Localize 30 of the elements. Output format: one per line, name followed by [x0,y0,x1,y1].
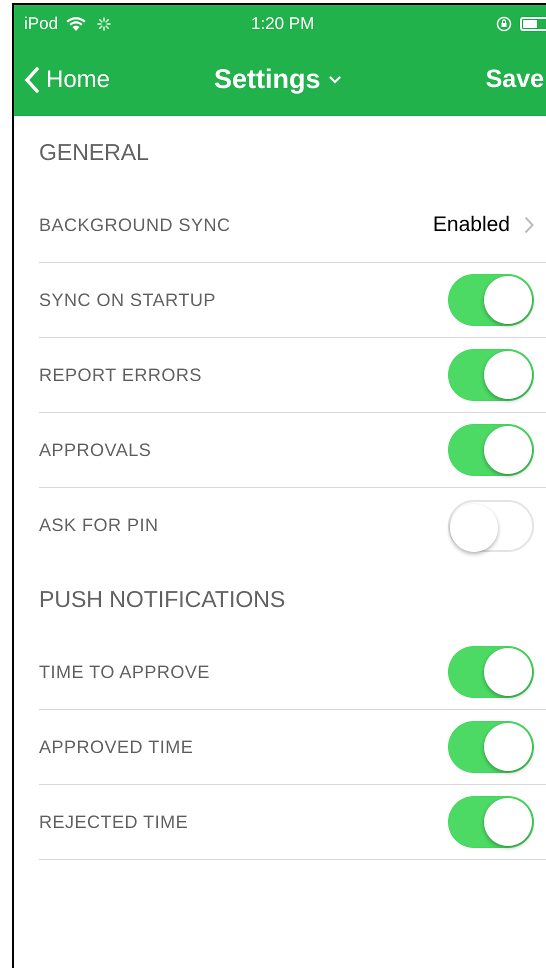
toggle-switch[interactable] [448,500,534,552]
rotation-lock-icon [496,16,512,32]
setting-value-link[interactable]: Enabled [432,209,534,241]
setting-label: APPROVALS [39,438,152,462]
section-header: GENERAL [39,138,149,167]
setting-label: BACKGROUND SYNC [39,214,231,236]
battery-icon [520,17,546,31]
setting-label: ASK FOR PIN [39,514,159,537]
toggle-switch[interactable] [448,796,534,848]
wifi-icon [66,16,86,32]
section-header: PUSH NOTIFICATIONS [39,584,286,614]
toggle-switch[interactable] [448,424,534,476]
setting-label: APPROVED TIME [39,736,194,758]
activity-spinner-icon [96,16,112,32]
save-button[interactable]: Save [486,60,546,98]
setting-label: REJECTED TIME [39,810,188,834]
carrier-label: iPod [24,13,58,36]
status-time: 1:20 PM [251,13,314,36]
toggle-switch[interactable] [448,721,534,773]
setting-label: SYNC ON STARTUP [39,288,216,312]
back-button[interactable]: Home [14,62,110,98]
setting-label: TIME TO APPROVE [39,660,210,684]
title-dropdown[interactable]: Settings [214,59,341,100]
back-chevron-icon [24,66,40,92]
toggle-switch[interactable] [448,349,534,401]
setting-label: REPORT ERRORS [39,364,202,386]
chevron-down-icon [328,76,341,84]
toggle-switch[interactable] [448,274,534,326]
toggle-switch[interactable] [448,646,534,698]
chevron-right-icon [524,216,534,234]
